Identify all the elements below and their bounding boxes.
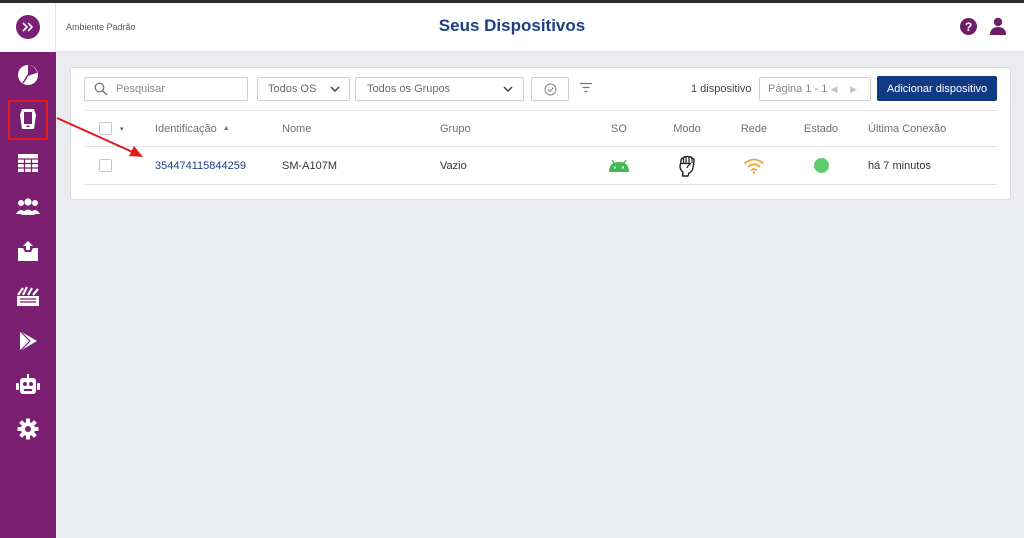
sidebar-item-files[interactable] xyxy=(12,235,44,267)
play-icon xyxy=(19,330,37,352)
select-all-checkbox[interactable] xyxy=(99,111,112,146)
device-group: Vazio xyxy=(440,159,467,172)
column-header-id[interactable]: Identificação ▲ xyxy=(155,111,230,146)
upload-box-icon xyxy=(18,241,38,261)
column-header-status[interactable]: Estado xyxy=(793,111,849,146)
android-icon xyxy=(609,159,629,172)
status-cell xyxy=(793,147,849,184)
users-icon xyxy=(16,198,40,215)
group-filter-value: Todos os Grupos xyxy=(367,83,451,95)
robot-icon xyxy=(16,374,40,394)
logo-icon xyxy=(16,15,40,39)
device-id-link[interactable]: 354474115844259 xyxy=(155,147,246,184)
select-mode-button[interactable] xyxy=(531,77,569,101)
pagination-label: Página 1 - 1 xyxy=(768,83,828,95)
help-icon[interactable]: ? xyxy=(960,18,977,35)
sidebar-item-reports[interactable] xyxy=(12,147,44,179)
check-circle-icon xyxy=(544,83,556,95)
device-count: 1 dispositivo xyxy=(691,83,752,95)
os-cell xyxy=(594,147,644,184)
devices-card: Pesquisar Todos OS Todos os Grupos 1 dis… xyxy=(70,67,1011,200)
fist-icon xyxy=(679,155,695,177)
annotation-highlight-box xyxy=(8,100,48,140)
network-cell xyxy=(729,147,779,184)
pagination: Página 1 - 1 ◀ ▶ xyxy=(759,77,871,101)
logo-cell[interactable] xyxy=(0,3,56,52)
mode-cell xyxy=(662,147,712,184)
pager-arrows[interactable]: ◀ ▶ xyxy=(831,84,862,95)
add-device-button[interactable]: Adicionar dispositivo xyxy=(877,76,997,101)
sort-dropdown-arrow: ▾ xyxy=(120,125,124,133)
os-filter-value: Todos OS xyxy=(268,83,317,95)
sidebar-item-apps[interactable] xyxy=(12,281,44,313)
os-filter-select[interactable]: Todos OS xyxy=(257,77,350,101)
column-header-last-connection[interactable]: Última Conexão xyxy=(868,111,946,146)
chevron-down-icon xyxy=(330,86,340,92)
table-row[interactable]: 354474115844259 SM-A107M Vazio há 7 minu… xyxy=(84,147,997,185)
header: Ambiente Padrão Seus Dispositivos ? xyxy=(56,3,1024,52)
search-icon xyxy=(94,82,108,96)
sidebar-item-automation[interactable] xyxy=(12,369,44,401)
sort-dropdown[interactable]: ▾ xyxy=(120,111,124,146)
group-filter-select[interactable]: Todos os Grupos xyxy=(355,77,524,101)
table-header: ▾ Identificação ▲ Nome Grupo SO Modo Red… xyxy=(84,110,997,147)
device-id[interactable]: 354474115844259 xyxy=(155,160,246,172)
table-icon xyxy=(18,154,38,172)
column-header-mode[interactable]: Modo xyxy=(662,111,712,146)
column-header-group[interactable]: Grupo xyxy=(440,111,471,146)
row-checkbox[interactable] xyxy=(99,147,112,184)
column-header-os[interactable]: SO xyxy=(594,111,644,146)
last-connection: há 7 minutos xyxy=(868,159,931,172)
user-icon[interactable] xyxy=(989,17,1007,35)
search-placeholder: Pesquisar xyxy=(116,83,165,95)
sidebar-item-play-store[interactable] xyxy=(12,325,44,357)
sidebar-item-settings[interactable] xyxy=(12,413,44,445)
chevron-down-icon xyxy=(503,86,513,92)
sort-asc-icon: ▲ xyxy=(222,125,230,132)
app-store-icon xyxy=(17,286,39,306)
column-header-id-label: Identificação xyxy=(155,122,217,135)
status-online-indicator xyxy=(813,158,829,173)
sidebar xyxy=(0,3,56,538)
pie-chart-icon xyxy=(18,65,38,85)
search-input[interactable]: Pesquisar xyxy=(84,77,248,101)
column-header-network[interactable]: Rede xyxy=(729,111,779,146)
gear-icon xyxy=(17,418,39,440)
filter-icon[interactable] xyxy=(579,82,593,93)
device-name: SM-A107M xyxy=(282,159,338,172)
wifi-icon xyxy=(743,158,765,174)
sidebar-item-groups[interactable] xyxy=(12,191,44,223)
page-title: Seus Dispositivos xyxy=(438,16,586,35)
sidebar-item-dashboard[interactable] xyxy=(12,59,44,91)
column-header-name[interactable]: Nome xyxy=(282,111,311,146)
